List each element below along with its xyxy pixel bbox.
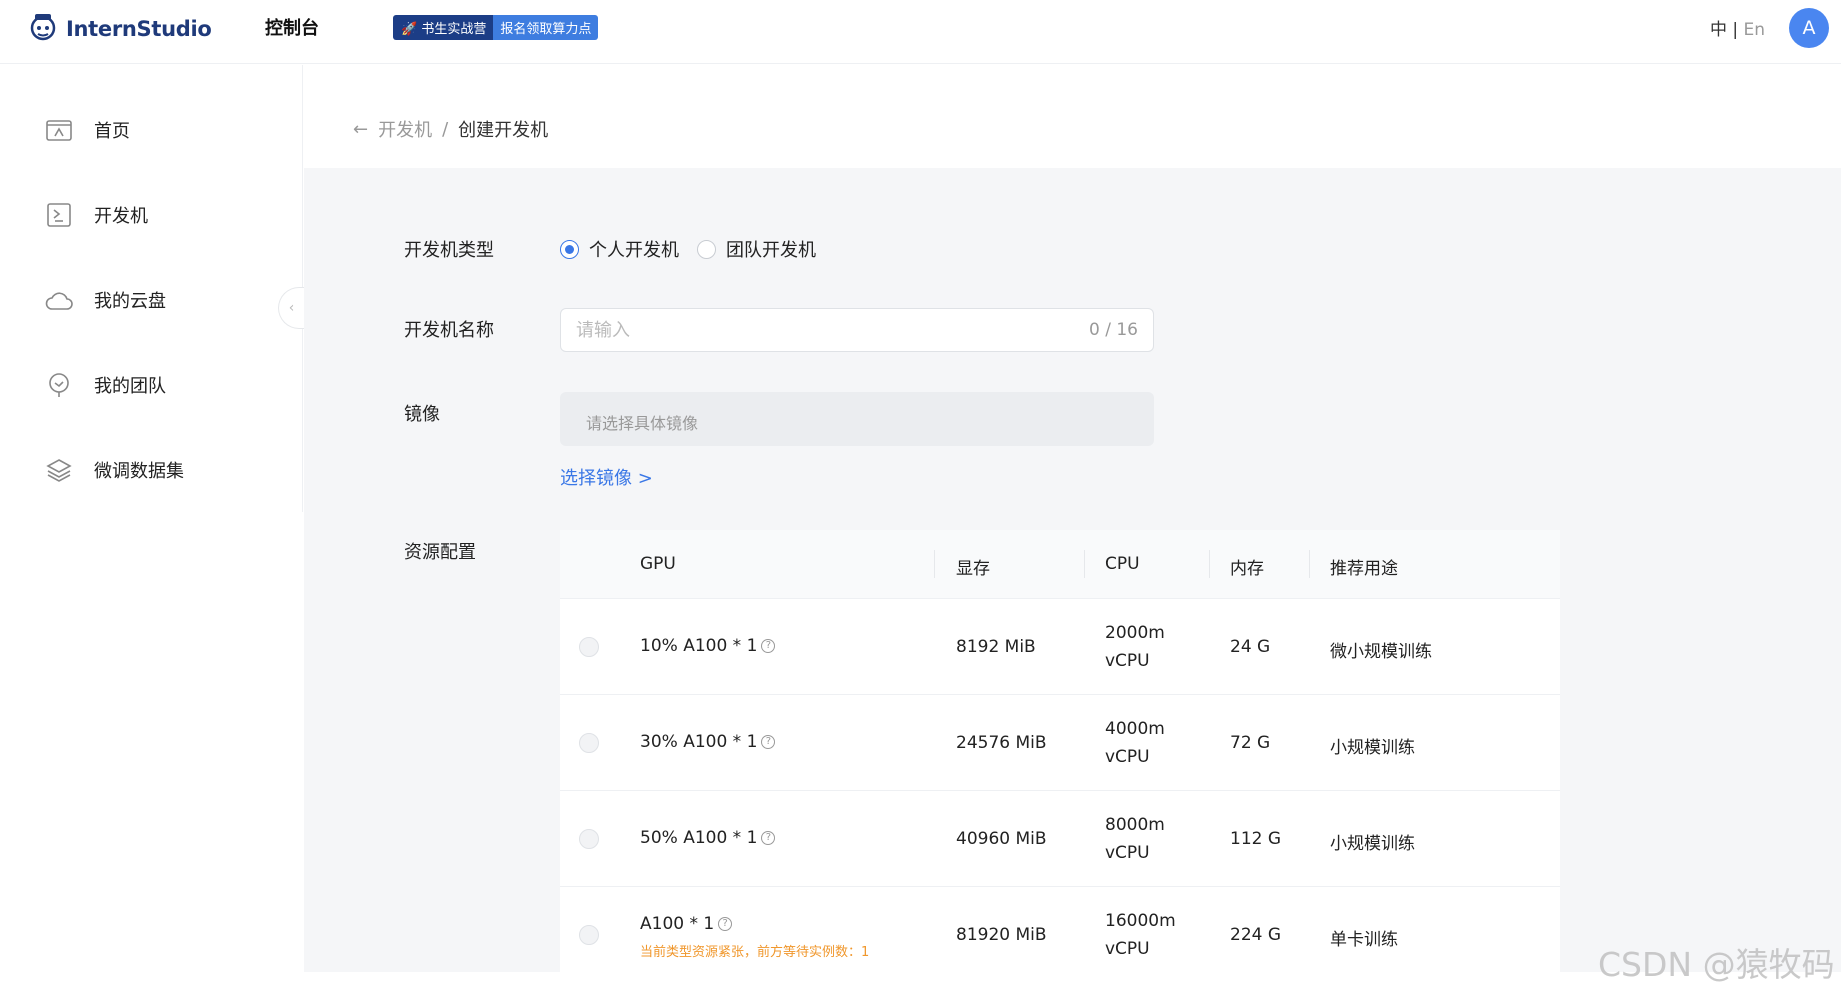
col-mem: 内存 bbox=[1230, 559, 1264, 579]
top-bar: InternStudio 控制台 🚀 书生实战营 报名领取算力点 中 | En … bbox=[0, 0, 1841, 64]
col-usage: 推荐用途 bbox=[1330, 559, 1398, 579]
logo-icon bbox=[26, 10, 60, 48]
layers-icon bbox=[44, 455, 74, 485]
cell-mem: 112 G bbox=[1230, 829, 1282, 849]
lang-zh[interactable]: 中 bbox=[1710, 20, 1727, 40]
lang-en[interactable]: En bbox=[1744, 20, 1766, 40]
sidebar-item-home[interactable]: 首页 bbox=[44, 115, 130, 145]
table-row[interactable]: A100 * 1? 当前类型资源紧张，前方等待实例数：1 81920 MiB 1… bbox=[560, 886, 1560, 972]
cell-gpu: A100 * 1? bbox=[640, 914, 733, 934]
radio-team-label: 团队开发机 bbox=[726, 240, 816, 261]
lang-separator: | bbox=[1732, 20, 1739, 40]
row-radio[interactable] bbox=[579, 829, 599, 849]
logo-text: InternStudio bbox=[66, 17, 212, 41]
cell-vram: 8192 MiB bbox=[956, 637, 1036, 657]
cell-cpu: 4000m vCPU bbox=[1105, 719, 1165, 767]
image-select[interactable]: 请选择具体镜像 bbox=[560, 392, 1154, 446]
cell-vram: 24576 MiB bbox=[956, 733, 1047, 753]
cell-mem: 224 G bbox=[1230, 925, 1282, 945]
help-icon[interactable]: ? bbox=[718, 917, 733, 931]
sidebar-item-label: 微调数据集 bbox=[94, 461, 184, 482]
table-header: GPU 显存 CPU 内存 推荐用途 bbox=[560, 530, 1560, 598]
sidebar-item-team[interactable]: 我的团队 bbox=[44, 370, 166, 400]
help-icon[interactable]: ? bbox=[761, 639, 776, 653]
resource-table: GPU 显存 CPU 内存 推荐用途 10% A100 * 1? 8192 Mi… bbox=[560, 530, 1560, 972]
cell-gpu: 50% A100 * 1? bbox=[640, 828, 776, 848]
help-icon[interactable]: ? bbox=[761, 735, 776, 749]
sidebar-item-dataset[interactable]: 微调数据集 bbox=[44, 455, 184, 485]
radio-team[interactable]: 团队开发机 bbox=[697, 236, 816, 262]
cell-cpu: 2000m vCPU bbox=[1105, 623, 1165, 671]
row-radio[interactable] bbox=[579, 733, 599, 753]
avatar[interactable]: A bbox=[1789, 8, 1829, 48]
row-radio[interactable] bbox=[579, 925, 599, 945]
radio-personal-dot[interactable] bbox=[560, 239, 579, 259]
sidebar-item-label: 我的团队 bbox=[94, 376, 166, 397]
watermark: CSDN @猿牧码 bbox=[1598, 945, 1835, 984]
sidebar-item-devmachine[interactable]: 开发机 bbox=[44, 200, 148, 230]
table-row[interactable]: 50% A100 * 1? 40960 MiB 8000m vCPU 112 G … bbox=[560, 790, 1560, 886]
name-field[interactable]: 0 / 16 bbox=[560, 308, 1154, 352]
terminal-icon bbox=[44, 200, 74, 230]
radio-personal-label: 个人开发机 bbox=[589, 240, 679, 261]
row-radio[interactable] bbox=[579, 637, 599, 657]
cell-vram: 40960 MiB bbox=[956, 829, 1047, 849]
name-label: 开发机名称 bbox=[404, 320, 494, 341]
cell-usage: 小规模训练 bbox=[1330, 834, 1415, 854]
col-gpu: GPU bbox=[640, 554, 676, 574]
sidebar-item-label: 我的云盘 bbox=[94, 291, 166, 312]
breadcrumb: ← 开发机 / 创建开发机 bbox=[353, 116, 548, 142]
name-input[interactable] bbox=[576, 319, 1090, 341]
resource-label: 资源配置 bbox=[404, 542, 476, 563]
cell-mem: 24 G bbox=[1230, 637, 1271, 657]
cloud-icon bbox=[44, 285, 74, 315]
cell-gpu: 30% A100 * 1? bbox=[640, 732, 776, 752]
table-row[interactable]: 10% A100 * 1? 8192 MiB 2000m vCPU 24 G 微小… bbox=[560, 598, 1560, 694]
logo[interactable]: InternStudio bbox=[26, 10, 212, 48]
cell-cpu: 8000m vCPU bbox=[1105, 815, 1165, 863]
console-label[interactable]: 控制台 bbox=[265, 14, 319, 40]
help-icon[interactable]: ? bbox=[761, 831, 776, 845]
name-counter: 0 / 16 bbox=[1089, 320, 1138, 340]
type-label: 开发机类型 bbox=[404, 240, 494, 261]
radio-personal[interactable]: 个人开发机 bbox=[560, 236, 679, 262]
promo-left: 🚀 书生实战营 bbox=[393, 15, 494, 40]
cell-vram: 81920 MiB bbox=[956, 925, 1047, 945]
image-label: 镜像 bbox=[404, 404, 440, 425]
sidebar-item-label: 首页 bbox=[94, 121, 130, 142]
col-cpu: CPU bbox=[1105, 554, 1140, 574]
home-icon bbox=[44, 115, 74, 145]
radio-team-dot[interactable] bbox=[697, 239, 716, 259]
team-icon bbox=[44, 370, 74, 400]
col-divider bbox=[934, 550, 935, 578]
sidebar-item-cloud[interactable]: 我的云盘 bbox=[44, 285, 166, 315]
col-divider bbox=[1084, 550, 1085, 578]
breadcrumb-separator: / bbox=[442, 118, 449, 140]
sidebar: 首页 开发机 我的云盘 我的团队 微调数据集 bbox=[0, 65, 303, 512]
col-divider bbox=[1309, 550, 1310, 578]
cell-mem: 72 G bbox=[1230, 733, 1271, 753]
select-image-link[interactable]: 选择镜像 > bbox=[560, 464, 653, 490]
table-row[interactable]: 30% A100 * 1? 24576 MiB 4000m vCPU 72 G 小… bbox=[560, 694, 1560, 790]
col-divider bbox=[1209, 550, 1210, 578]
back-arrow-icon[interactable]: ← bbox=[353, 119, 368, 140]
breadcrumb-current: 创建开发机 bbox=[458, 120, 549, 141]
language-switch: 中 | En bbox=[1710, 15, 1765, 40]
cell-usage: 微小规模训练 bbox=[1330, 642, 1432, 662]
promo-banner[interactable]: 🚀 书生实战营 报名领取算力点 bbox=[393, 15, 599, 40]
cell-cpu: 16000m vCPU bbox=[1105, 911, 1176, 959]
cell-gpu: 10% A100 * 1? bbox=[640, 636, 776, 656]
col-vram: 显存 bbox=[956, 559, 990, 579]
resource-warning: 当前类型资源紧张，前方等待实例数：1 bbox=[640, 945, 870, 960]
chevron-left-icon: ‹ bbox=[288, 300, 295, 316]
promo-right: 报名领取算力点 bbox=[493, 15, 599, 40]
sidebar-item-label: 开发机 bbox=[94, 206, 148, 227]
cell-usage: 单卡训练 bbox=[1330, 930, 1398, 950]
breadcrumb-parent[interactable]: 开发机 bbox=[378, 116, 432, 142]
cell-usage: 小规模训练 bbox=[1330, 738, 1415, 758]
